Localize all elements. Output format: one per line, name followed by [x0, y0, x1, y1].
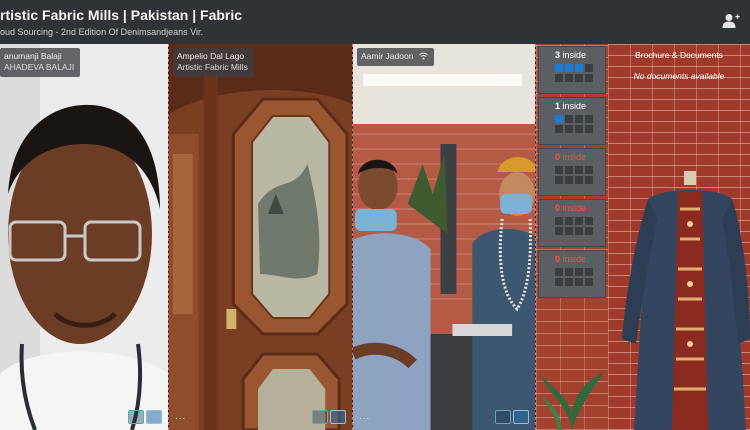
- screen-icon[interactable]: [312, 410, 328, 424]
- room-card-5[interactable]: 0 inside: [538, 250, 606, 298]
- video-stage: anumanji Balaji AHADEVA BALAJI Ampelio D…: [0, 44, 750, 430]
- room-seat: [565, 166, 573, 174]
- video-tile-3[interactable]: Aamir Jadoon ...: [353, 44, 536, 430]
- room-seat: [575, 64, 583, 72]
- room-card-4[interactable]: 0 inside: [538, 199, 606, 247]
- room-occupancy: 0 inside: [555, 203, 587, 213]
- room-seat: [565, 278, 573, 286]
- room-seat: [555, 125, 563, 133]
- room-seat: [585, 74, 593, 82]
- room-card-1[interactable]: 3 inside: [538, 46, 606, 94]
- room-seat: [575, 125, 583, 133]
- camera-icon[interactable]: [330, 410, 346, 424]
- brochure-panel: Brochure & Documents No documents availa…: [608, 44, 750, 430]
- room-seat: [565, 64, 573, 72]
- room-card-3[interactable]: 0 inside: [538, 148, 606, 196]
- room-seats: [555, 64, 593, 82]
- room-seat: [565, 176, 573, 184]
- room-seat: [575, 115, 583, 123]
- room-seat: [585, 166, 593, 174]
- room-seat: [555, 227, 563, 235]
- room-seat: [555, 278, 563, 286]
- room-seat: [585, 227, 593, 235]
- room-seat: [585, 125, 593, 133]
- room-seat: [575, 268, 583, 276]
- participant-name-tag: Ampelio Dal Lago Artistic Fabric Mills: [173, 48, 254, 77]
- room-seat: [585, 64, 593, 72]
- video-tile-1[interactable]: anumanji Balaji AHADEVA BALAJI: [0, 44, 168, 430]
- room-occupancy: 0 inside: [555, 254, 587, 264]
- room-occupancy: 1 inside: [555, 101, 587, 111]
- brochure-title: Brochure & Documents: [635, 50, 723, 60]
- participant-video-2: [169, 44, 352, 430]
- participant-name: Ampelio Dal Lago: [177, 51, 245, 61]
- plant-image: [540, 372, 604, 430]
- room-seat: [555, 64, 563, 72]
- room-seat: [555, 74, 563, 82]
- video-tile-2[interactable]: Ampelio Dal Lago Artistic Fabric Mills .…: [168, 44, 353, 430]
- room-seat: [555, 217, 563, 225]
- room-seat: [565, 227, 573, 235]
- add-user-button[interactable]: [720, 10, 742, 32]
- room-seat: [555, 115, 563, 123]
- participant-name: anumanji Balaji: [4, 51, 62, 61]
- camera-icon[interactable]: [146, 410, 162, 424]
- room-seat: [575, 227, 583, 235]
- page-subtitle: oud Sourcing - 2nd Edition Of Denimsandj…: [0, 27, 203, 37]
- participant-name: Aamir Jadoon: [361, 51, 414, 61]
- room-seat: [565, 217, 573, 225]
- room-seat: [575, 176, 583, 184]
- room-seat: [575, 278, 583, 286]
- participant-video-1: [0, 44, 168, 430]
- room-seat: [565, 115, 573, 123]
- tile-more-button[interactable]: ...: [359, 411, 370, 422]
- page-title: rtistic Fabric Mills | Pakistan | Fabric: [0, 7, 243, 23]
- room-seat: [575, 217, 583, 225]
- camera-icon[interactable]: [513, 410, 529, 424]
- top-bar: rtistic Fabric Mills | Pakistan | Fabric…: [0, 0, 750, 45]
- garment-display-image: [622, 171, 750, 430]
- room-seat: [585, 268, 593, 276]
- room-occupancy: 3 inside: [555, 50, 587, 60]
- room-seats: [555, 166, 593, 184]
- screen-icon[interactable]: [495, 410, 511, 424]
- room-seat: [565, 125, 573, 133]
- screen-icon[interactable]: [128, 410, 144, 424]
- wifi-icon: [418, 52, 428, 60]
- room-seat: [555, 166, 563, 174]
- participant-name-tag: anumanji Balaji AHADEVA BALAJI: [0, 48, 81, 77]
- room-seat: [565, 74, 573, 82]
- room-card-2[interactable]: 1 inside: [538, 97, 606, 145]
- add-user-icon: [722, 14, 740, 28]
- tile-more-button[interactable]: ...: [175, 411, 186, 422]
- room-seat: [565, 268, 573, 276]
- room-seats: [555, 217, 593, 235]
- participant-org: AHADEVA BALAJI: [4, 62, 75, 72]
- room-seat: [585, 115, 593, 123]
- participant-org: Artistic Fabric Mills: [177, 62, 248, 72]
- no-documents-message: No documents available: [633, 71, 725, 81]
- room-seat: [575, 166, 583, 174]
- rooms-panel: 3 inside 1 inside 0 inside 0 inside 0 in…: [536, 44, 608, 430]
- room-seats: [555, 115, 593, 133]
- room-seat: [585, 278, 593, 286]
- room-seat: [585, 176, 593, 184]
- participant-video-3: [353, 44, 535, 430]
- room-seats: [555, 268, 593, 286]
- room-seat: [575, 74, 583, 82]
- participant-name-tag: Aamir Jadoon: [357, 48, 434, 66]
- room-seat: [585, 217, 593, 225]
- room-seat: [555, 176, 563, 184]
- room-seat: [555, 268, 563, 276]
- room-occupancy: 0 inside: [555, 152, 587, 162]
